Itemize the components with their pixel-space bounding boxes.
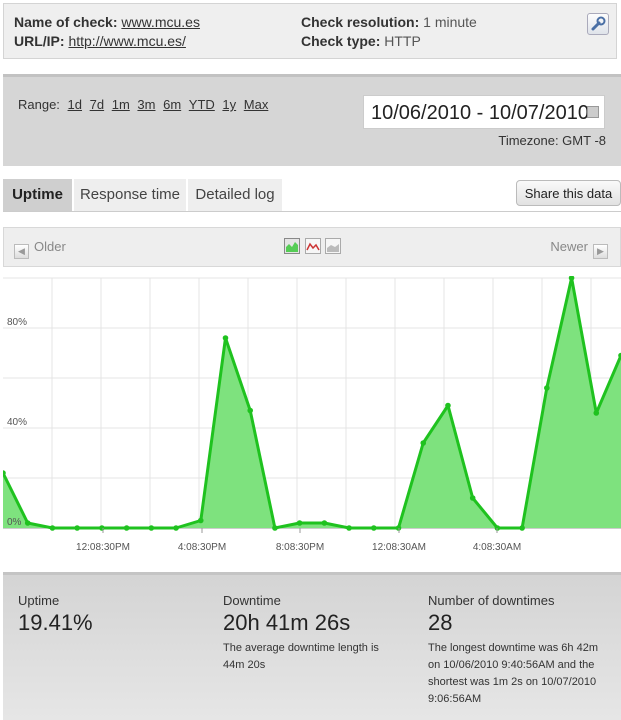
data-point[interactable] bbox=[321, 520, 328, 526]
type-label: Check type: bbox=[301, 33, 381, 49]
data-point[interactable] bbox=[123, 525, 130, 531]
range-bar: Range: 1d 7d 1m 3m 6m YTD 1y Max 10/06/2… bbox=[3, 74, 621, 166]
tab-response-time[interactable]: Response time bbox=[74, 179, 186, 211]
downtime-description: The average downtime length is 44m 20s bbox=[223, 642, 379, 671]
check-info-right: Check resolution: 1 minute Check type: H… bbox=[301, 13, 477, 51]
name-label: Name of check: bbox=[14, 14, 118, 30]
range-7d[interactable]: 7d bbox=[90, 97, 104, 112]
x-tick-label: 4:08:30AM bbox=[473, 542, 521, 553]
range-max[interactable]: Max bbox=[244, 97, 269, 112]
data-point[interactable] bbox=[24, 520, 31, 526]
range-label: Range: bbox=[18, 97, 60, 112]
check-url-link[interactable]: http://www.mcu.es/ bbox=[68, 33, 185, 49]
tab-uptime[interactable]: Uptime bbox=[3, 179, 72, 211]
data-point[interactable] bbox=[272, 525, 278, 531]
data-point[interactable] bbox=[222, 335, 229, 341]
date-range-field[interactable]: 10/06/2010 - 10/07/2010 bbox=[363, 95, 605, 129]
share-button[interactable]: Share this data bbox=[516, 180, 621, 206]
data-point[interactable] bbox=[148, 525, 155, 531]
range-1d[interactable]: 1d bbox=[68, 97, 82, 112]
data-point[interactable] bbox=[49, 525, 56, 531]
data-point[interactable] bbox=[593, 410, 600, 416]
x-tick-label: 12:08:30AM bbox=[372, 542, 426, 553]
range-1y[interactable]: 1y bbox=[222, 97, 236, 112]
downtimes-count-value: 28 bbox=[428, 610, 453, 635]
data-point[interactable] bbox=[371, 525, 377, 531]
older-button[interactable]: ◀ Older bbox=[14, 239, 66, 259]
downtime-label: Downtime bbox=[223, 593, 281, 608]
data-point[interactable] bbox=[99, 525, 105, 531]
range-ytd[interactable]: YTD bbox=[189, 97, 215, 112]
resolution-value: 1 minute bbox=[423, 14, 477, 30]
arrow-left-icon: ◀ bbox=[14, 244, 29, 259]
url-label: URL/IP: bbox=[14, 33, 65, 49]
older-label: Older bbox=[34, 239, 66, 254]
resolution-label: Check resolution: bbox=[301, 14, 420, 30]
x-tick-label: 12:08:30PM bbox=[76, 542, 130, 553]
data-point[interactable] bbox=[445, 402, 451, 409]
data-point[interactable] bbox=[519, 525, 525, 531]
uptime-line bbox=[3, 276, 621, 530]
check-info-left: Name of check: www.mcu.es URL/IP: http:/… bbox=[14, 13, 200, 51]
line-chart-icon[interactable] bbox=[305, 238, 321, 254]
date-range-text: 10/06/2010 - 10/07/2010 bbox=[371, 102, 589, 124]
data-point[interactable] bbox=[247, 407, 253, 414]
data-point[interactable] bbox=[420, 440, 427, 446]
check-name-link[interactable]: www.mcu.es bbox=[121, 14, 200, 30]
newer-label: Newer bbox=[550, 239, 588, 254]
uptime-stat: Uptime 19.41% bbox=[18, 593, 93, 636]
bar-chart-icon[interactable] bbox=[325, 238, 341, 254]
downtime-value: 20h 41m 26s bbox=[223, 610, 351, 635]
downtime-stat: Downtime 20h 41m 26s The average downtim… bbox=[223, 593, 398, 674]
data-point[interactable] bbox=[173, 525, 179, 531]
area-chart-icon[interactable] bbox=[284, 238, 300, 254]
range-3m[interactable]: 3m bbox=[137, 97, 155, 112]
data-point[interactable] bbox=[469, 495, 476, 501]
data-point[interactable] bbox=[346, 525, 352, 531]
range-6m[interactable]: 6m bbox=[163, 97, 181, 112]
uptime-chart: 0%40%80% 12:08:30PM 4:08:30PM 8:08:30PM 12:… bbox=[3, 276, 621, 553]
stats-panel: Uptime 19.41% Downtime 20h 41m 26s The a… bbox=[3, 572, 621, 720]
y-tick-label: 0% bbox=[7, 517, 22, 528]
data-point[interactable] bbox=[74, 525, 80, 531]
x-axis-labels: 12:08:30PM 4:08:30PM 8:08:30PM 12:08:30AM 4:… bbox=[76, 528, 521, 553]
data-point[interactable] bbox=[197, 517, 204, 524]
chart-nav: ◀ Older Newer ▶ bbox=[3, 227, 621, 267]
downtimes-description: The longest downtime was 6h 42m on 10/06… bbox=[428, 642, 598, 705]
check-info-panel: Name of check: www.mcu.es URL/IP: http:/… bbox=[3, 3, 617, 59]
uptime-value: 19.41% bbox=[18, 610, 93, 635]
arrow-right-icon: ▶ bbox=[593, 244, 608, 259]
type-value: HTTP bbox=[384, 33, 421, 49]
x-tick-label: 4:08:30PM bbox=[178, 542, 226, 553]
data-point[interactable] bbox=[544, 385, 550, 391]
uptime-label: Uptime bbox=[18, 593, 60, 608]
range-selector: Range: 1d 7d 1m 3m 6m YTD 1y Max bbox=[18, 97, 268, 112]
tab-detailed-log[interactable]: Detailed log bbox=[188, 179, 282, 211]
downtimes-count-label: Number of downtimes bbox=[428, 593, 555, 608]
timezone-label: Timezone: GMT -8 bbox=[498, 133, 606, 148]
x-tick-label: 8:08:30PM bbox=[276, 542, 324, 553]
y-tick-label: 80% bbox=[7, 317, 27, 328]
calendar-icon[interactable] bbox=[587, 106, 599, 118]
wrench-icon[interactable] bbox=[587, 13, 609, 35]
newer-button[interactable]: Newer ▶ bbox=[550, 239, 608, 259]
downtimes-count-stat: Number of downtimes 28 The longest downt… bbox=[428, 593, 613, 708]
data-point[interactable] bbox=[296, 520, 303, 526]
y-tick-label: 40% bbox=[7, 417, 27, 428]
range-1m[interactable]: 1m bbox=[112, 97, 130, 112]
